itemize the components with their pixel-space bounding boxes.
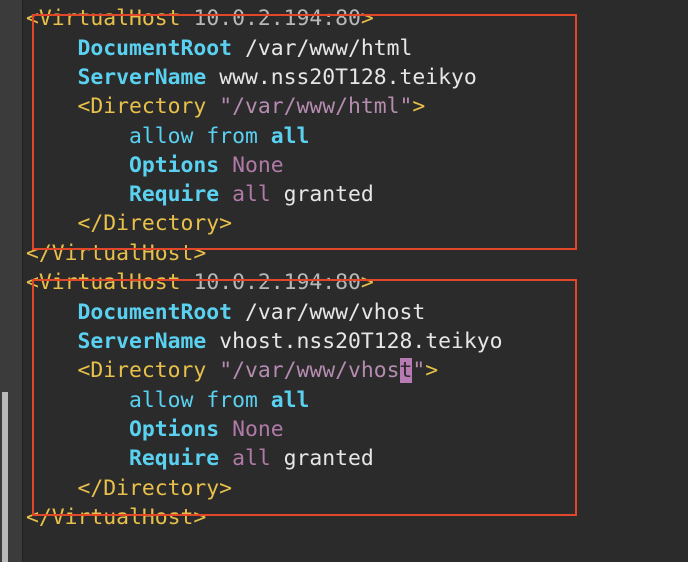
highlight-box-vhost1 — [32, 14, 577, 250]
highlight-box-vhost2 — [32, 279, 577, 516]
scrollbar-strip[interactable] — [2, 392, 8, 562]
editor-gutter — [0, 0, 23, 562]
